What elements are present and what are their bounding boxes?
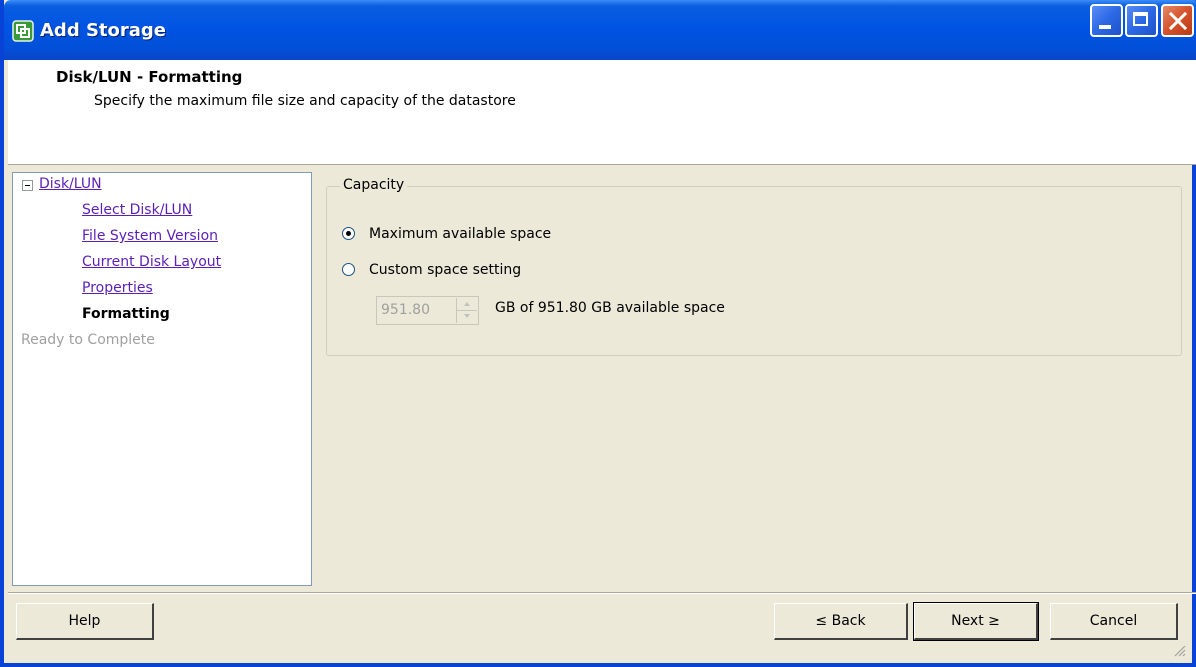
collapse-minus-icon[interactable] bbox=[22, 180, 33, 191]
available-space-text: GB of 951.80 GB available space bbox=[495, 300, 725, 316]
nav-item-file-system-version[interactable]: File System Version bbox=[82, 228, 218, 244]
title-bar[interactable]: Add Storage bbox=[4, 0, 1196, 60]
custom-size-spinner: 951.80 bbox=[376, 296, 479, 325]
max-space-label[interactable]: Maximum available space bbox=[369, 226, 551, 242]
storage-app-icon bbox=[12, 20, 34, 42]
nav-item-select-disk-lun[interactable]: Select Disk/LUN bbox=[82, 202, 192, 218]
spinner-value: 951.80 bbox=[381, 302, 430, 318]
page-title: Disk/LUN - Formatting bbox=[56, 68, 243, 86]
wizard-steps-panel: Disk/LUN Select Disk/LUN File System Ver… bbox=[12, 172, 312, 586]
wizard-header: Disk/LUN - Formatting Specify the maximu… bbox=[8, 60, 1196, 165]
nav-item-ready-to-complete: Ready to Complete bbox=[21, 332, 155, 348]
cancel-button[interactable]: Cancel bbox=[1050, 603, 1178, 640]
add-storage-window: Add Storage Disk/LUN - Formatting Specif… bbox=[0, 0, 1196, 667]
nav-item-current-disk-layout[interactable]: Current Disk Layout bbox=[82, 254, 221, 270]
maximize-button[interactable] bbox=[1125, 4, 1158, 37]
nav-item-disk-lun[interactable]: Disk/LUN bbox=[39, 176, 102, 192]
footer-divider bbox=[8, 592, 1196, 594]
nav-item-formatting: Formatting bbox=[82, 306, 170, 322]
custom-space-label[interactable]: Custom space setting bbox=[369, 262, 521, 278]
resize-grip-icon[interactable] bbox=[1172, 643, 1186, 657]
close-icon bbox=[1169, 12, 1187, 30]
cancel-button-label: Cancel bbox=[1089, 613, 1138, 629]
close-button[interactable] bbox=[1161, 4, 1194, 37]
back-button[interactable]: ≤ Back bbox=[774, 603, 908, 640]
page-subtitle: Specify the maximum file size and capaci… bbox=[94, 93, 516, 109]
next-button[interactable]: Next ≥ bbox=[913, 602, 1039, 641]
help-button[interactable]: Help bbox=[16, 603, 154, 640]
capacity-group-label: Capacity bbox=[340, 177, 408, 193]
minimize-icon bbox=[1099, 25, 1111, 29]
help-button-label: Help bbox=[68, 613, 101, 629]
spin-down-icon bbox=[464, 314, 470, 318]
next-button-label: Next ≥ bbox=[951, 613, 1000, 629]
max-space-radio[interactable] bbox=[342, 227, 355, 240]
minimize-button[interactable] bbox=[1090, 4, 1123, 37]
back-button-label: ≤ Back bbox=[815, 613, 866, 629]
custom-space-radio[interactable] bbox=[342, 263, 355, 276]
nav-item-properties[interactable]: Properties bbox=[82, 280, 153, 296]
spinner-buttons bbox=[456, 298, 477, 323]
maximize-icon bbox=[1133, 12, 1148, 26]
window-title: Add Storage bbox=[40, 20, 167, 41]
